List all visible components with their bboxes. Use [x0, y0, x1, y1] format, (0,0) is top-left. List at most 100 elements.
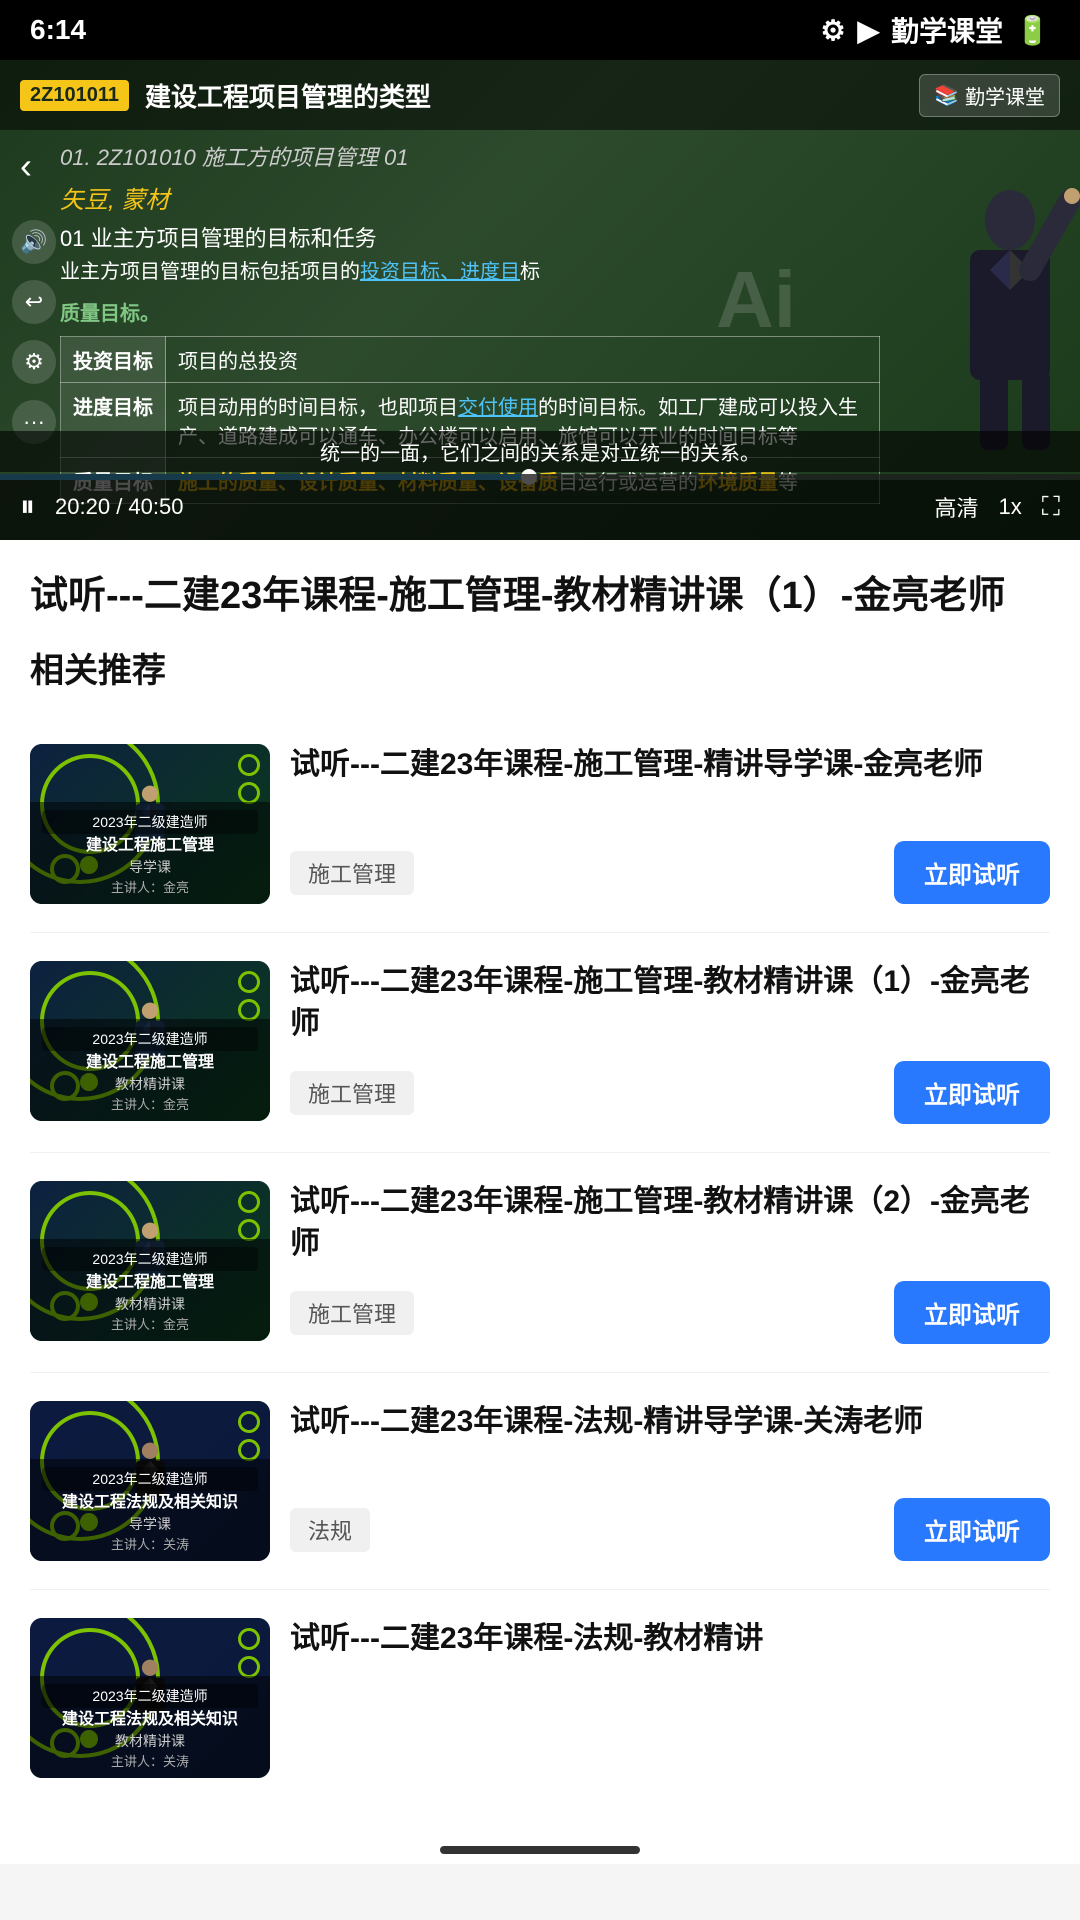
lesson-code-badge: 2Z101011	[20, 80, 129, 111]
quality-button[interactable]: 高清	[935, 491, 979, 523]
course-bottom-1: 施工管理 立即试听	[290, 841, 1050, 904]
fullscreen-button[interactable]: ⛶	[1042, 491, 1060, 523]
rewind-icon[interactable]: ↩	[12, 280, 56, 324]
subtitle-text: 统一的一面，它们之间的关系是对立统一的关系。	[320, 443, 760, 465]
chalk-section-title: 01 业主方项目管理的目标和任务	[60, 221, 880, 253]
course-tag-1: 施工管理	[290, 851, 414, 895]
app-logo: 📚 勤学课堂	[919, 74, 1060, 117]
status-bar: 6:14 ⚙ ▶ 勤学课堂 🔋	[0, 0, 1080, 60]
thumb-teacher-3: 主讲人：金亮	[42, 1314, 258, 1333]
listen-button-2[interactable]: 立即试听	[894, 1061, 1050, 1124]
time-display: 20:20 / 40:50	[55, 494, 915, 520]
teacher-svg	[880, 170, 1080, 450]
course-tag-2: 施工管理	[290, 1071, 414, 1115]
play-icon: ▶	[858, 14, 880, 47]
listen-button-4[interactable]: 立即试听	[894, 1498, 1050, 1561]
course-info-1: 试听---二建23年课程-施工管理-精讲导学课-金亮老师 施工管理 立即试听	[290, 744, 1050, 904]
course-list: 2023年二级建造师 建设工程施工管理 导学课 主讲人：金亮 试听---二建23…	[30, 716, 1050, 1806]
thumb-dots-3	[238, 1191, 260, 1241]
thumb-title-area-3: 2023年二级建造师 建设工程施工管理 教材精讲课 主讲人：金亮	[30, 1239, 270, 1341]
current-time: 20:20	[55, 494, 110, 519]
teacher-figure	[880, 170, 1080, 450]
course-name-4: 试听---二建23年课程-法规-精讲导学课-关涛老师	[290, 1401, 1050, 1443]
settings-icon[interactable]: ⚙	[12, 340, 56, 384]
thumb-year-5: 2023年二级建造师	[42, 1684, 258, 1708]
course-info-4: 试听---二建23年课程-法规-精讲导学课-关涛老师 法规 立即试听	[290, 1401, 1050, 1561]
gear-icon: ⚙	[820, 14, 845, 47]
thumb-dots-4	[238, 1411, 260, 1461]
course-tag-3: 施工管理	[290, 1291, 414, 1335]
thumb-teacher-2: 主讲人：金亮	[42, 1094, 258, 1113]
section-heading: 相关推荐	[30, 643, 1050, 692]
thumb-teacher-5: 主讲人：关涛	[42, 1751, 258, 1770]
lesson-title: 建设工程项目管理的类型	[145, 77, 431, 114]
course-bottom-2: 施工管理 立即试听	[290, 1061, 1050, 1124]
status-time: 6:14	[30, 14, 86, 46]
chalk-handwriting: 矢豆, 蒙材	[60, 180, 880, 215]
main-content: 试听---二建23年课程-施工管理-教材精讲课（1）-金亮老师 相关推荐	[0, 540, 1080, 1826]
course-thumbnail-5[interactable]: 2023年二级建造师 建设工程法规及相关知识 教材精讲课 主讲人：关涛	[30, 1618, 270, 1778]
home-indicator	[0, 1826, 1080, 1864]
course-thumbnail-4[interactable]: 2023年二级建造师 建设工程法规及相关知识 导学课 主讲人：关涛	[30, 1401, 270, 1561]
thumb-year-4: 2023年二级建造师	[42, 1467, 258, 1491]
thumb-year-2: 2023年二级建造师	[42, 1027, 258, 1051]
course-thumbnail-2[interactable]: 2023年二级建造师 建设工程施工管理 教材精讲课 主讲人：金亮	[30, 961, 270, 1121]
thumb-type-2: 教材精讲课	[42, 1074, 258, 1094]
video-header: 2Z101011 建设工程项目管理的类型 📚 勤学课堂	[0, 60, 1080, 130]
course-name-5: 试听---二建23年课程-法规-教材精讲	[290, 1618, 1050, 1660]
course-info-3: 试听---二建23年课程-施工管理-教材精讲课（2）-金亮老师 施工管理 立即试…	[290, 1181, 1050, 1344]
listen-button-1[interactable]: 立即试听	[894, 841, 1050, 904]
thumb-course-name-3: 建设工程施工管理	[42, 1273, 258, 1294]
app-name: 勤学课堂	[891, 10, 1003, 50]
thumb-course-name-1: 建设工程施工管理	[42, 836, 258, 857]
listen-button-3[interactable]: 立即试听	[894, 1281, 1050, 1344]
status-icons: ⚙ ▶ 勤学课堂 🔋	[820, 10, 1050, 50]
course-item-4: 2023年二级建造师 建设工程法规及相关知识 导学课 主讲人：关涛 试听---二…	[30, 1373, 1050, 1590]
ai-watermark: Ai	[716, 254, 796, 346]
course-info-2: 试听---二建23年课程-施工管理-教材精讲课（1）-金亮老师 施工管理 立即试…	[290, 961, 1050, 1124]
total-time: 40:50	[128, 494, 183, 519]
logo-text: 勤学课堂	[965, 81, 1045, 110]
pause-button[interactable]: ⏸	[20, 490, 35, 524]
speed-button[interactable]: 1x	[999, 494, 1022, 520]
thumb-course-name-4: 建设工程法规及相关知识	[42, 1493, 258, 1514]
course-item: 2023年二级建造师 建设工程施工管理 导学课 主讲人：金亮 试听---二建23…	[30, 716, 1050, 933]
course-thumbnail-3[interactable]: 2023年二级建造师 建设工程施工管理 教材精讲课 主讲人：金亮	[30, 1181, 270, 1341]
course-bottom-3: 施工管理 立即试听	[290, 1281, 1050, 1344]
thumb-dots-5	[238, 1628, 260, 1678]
course-thumbnail-1[interactable]: 2023年二级建造师 建设工程施工管理 导学课 主讲人：金亮	[30, 744, 270, 904]
thumb-dots-2	[238, 971, 260, 1021]
course-item-3: 2023年二级建造师 建设工程施工管理 教材精讲课 主讲人：金亮 试听---二建…	[30, 1153, 1050, 1373]
thumb-teacher-1: 主讲人：金亮	[42, 877, 258, 896]
thumb-type-4: 导学课	[42, 1514, 258, 1534]
thumb-year-3: 2023年二级建造师	[42, 1247, 258, 1271]
thumb-course-name-5: 建设工程法规及相关知识	[42, 1710, 258, 1731]
course-name-1: 试听---二建23年课程-施工管理-精讲导学课-金亮老师	[290, 744, 1050, 786]
video-player[interactable]: 2Z101011 建设工程项目管理的类型 📚 勤学课堂 ‹ 🔊 ↩ ⚙ ··· …	[0, 60, 1080, 540]
back-button[interactable]: ‹	[20, 145, 32, 187]
course-info-5: 试听---二建23年课程-法规-教材精讲	[290, 1618, 1050, 1778]
thumb-type-5: 教材精讲课	[42, 1731, 258, 1751]
course-name-3: 试听---二建23年课程-施工管理-教材精讲课（2）-金亮老师	[290, 1181, 1050, 1265]
home-bar	[440, 1846, 640, 1854]
course-bottom-4: 法规 立即试听	[290, 1498, 1050, 1561]
thumb-teacher-4: 主讲人：关涛	[42, 1534, 258, 1553]
thumb-year-1: 2023年二级建造师	[42, 810, 258, 834]
thumb-title-area-1: 2023年二级建造师 建设工程施工管理 导学课 主讲人：金亮	[30, 802, 270, 904]
thumb-dots	[238, 754, 260, 804]
thumb-type-3: 教材精讲课	[42, 1294, 258, 1314]
thumb-course-name-2: 建设工程施工管理	[42, 1053, 258, 1074]
course-tag-4: 法规	[290, 1508, 370, 1552]
volume-icon[interactable]: 🔊	[12, 220, 56, 264]
thumb-title-area-4: 2023年二级建造师 建设工程法规及相关知识 导学课 主讲人：关涛	[30, 1459, 270, 1561]
thumb-title-area-5: 2023年二级建造师 建设工程法规及相关知识 教材精讲课 主讲人：关涛	[30, 1676, 270, 1778]
time-separator: /	[116, 494, 128, 519]
subtitle-bar: 统一的一面，它们之间的关系是对立统一的关系。	[0, 431, 1080, 472]
battery-icon: 🔋	[1015, 14, 1050, 47]
thumb-type-1: 导学课	[42, 857, 258, 877]
logo-icon: 📚	[934, 83, 959, 108]
video-main-title: 试听---二建23年课程-施工管理-教材精讲课（1）-金亮老师	[30, 570, 1050, 623]
sub-lesson-title: 01. 2Z101010 施工方的项目管理 01	[60, 140, 880, 172]
thumb-title-area-2: 2023年二级建造师 建设工程施工管理 教材精讲课 主讲人：金亮	[30, 1019, 270, 1121]
video-controls: ⏸ 20:20 / 40:50 高清 1x ⛶	[0, 474, 1080, 540]
